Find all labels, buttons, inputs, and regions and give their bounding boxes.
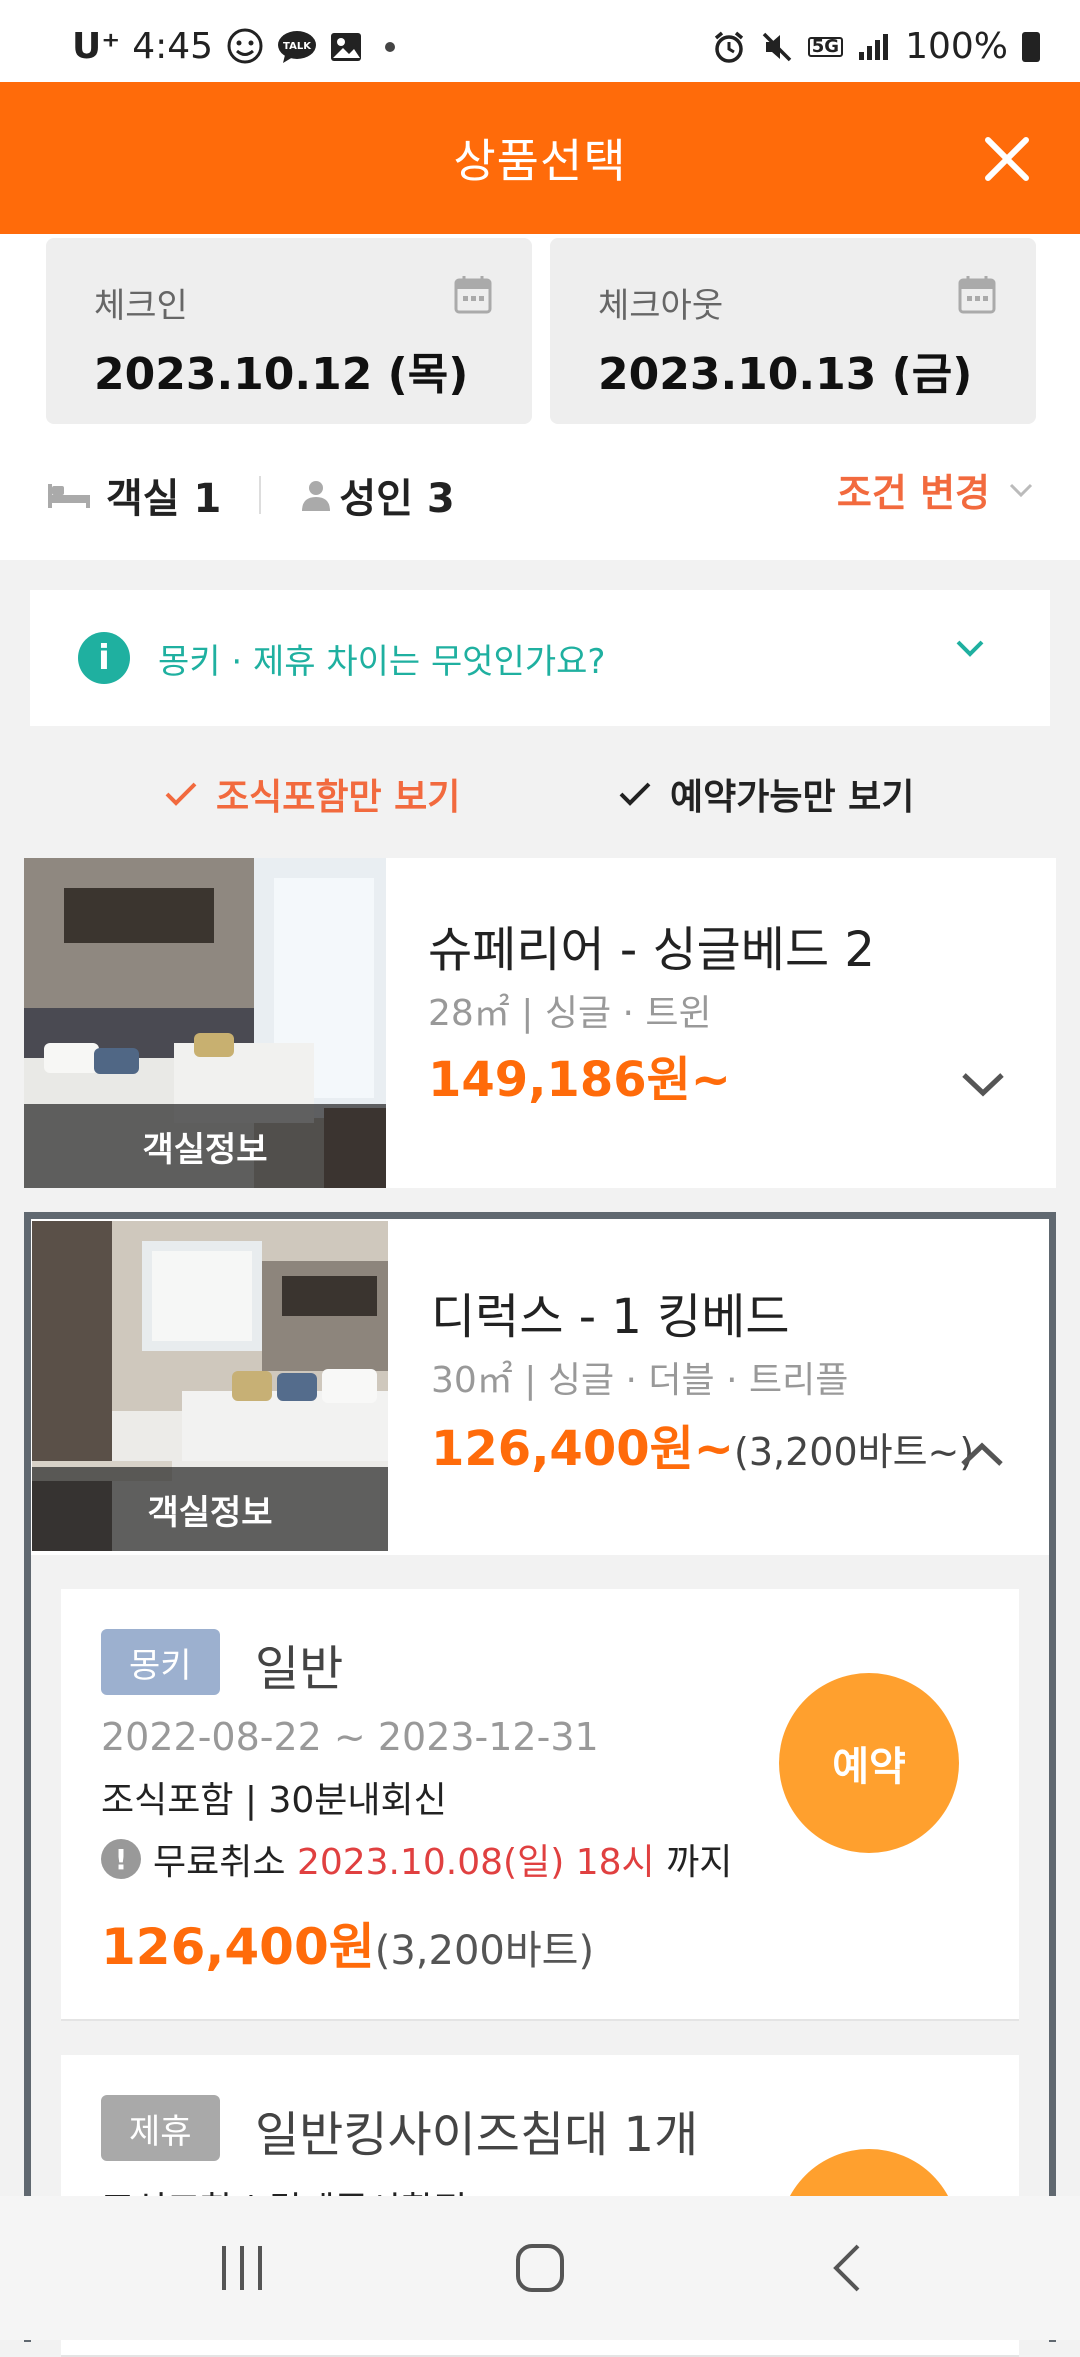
room-card-expanded[interactable]: 객실정보 디럭스 - 1 킹베드 30㎡ | 싱글 · 더블 · 트리플 126… <box>24 1212 1056 2357</box>
bed-icon <box>48 484 90 508</box>
room-info-label: 객실정보 <box>24 1104 386 1188</box>
battery-icon <box>1022 31 1040 62</box>
cancel-deadline: 2023.10.08(일) 18시 <box>296 1842 655 1883</box>
alert-icon: ! <box>101 1839 141 1879</box>
checkin-date: 2023.10.12 (목) <box>94 349 469 400</box>
date-section: 체크인 2023.10.12 (목) 체크아웃 2023.10.13 (금) 객… <box>0 234 1080 560</box>
plan-period: 2022-08-22 ~ 2023-12-31 <box>101 1715 599 1759</box>
clock: 4:45 <box>132 26 214 67</box>
filter-breakfast[interactable]: 조식포함만 보기 <box>164 768 460 820</box>
notification-dot <box>385 41 396 52</box>
carrier-label: U⁺ <box>72 26 121 67</box>
room-details: 28㎡ | 싱글 · 트윈 <box>428 993 712 1034</box>
chevron-down-icon <box>956 640 984 657</box>
check-icon <box>165 782 197 806</box>
battery-percent: 100% <box>905 26 1008 67</box>
plan-price-value: 126,400원 <box>101 1918 375 1976</box>
back-icon[interactable] <box>822 2240 874 2296</box>
room-details: 30㎡ | 싱글 · 더블 · 트리플 <box>431 1360 849 1401</box>
filter-available[interactable]: 예약가능만 보기 <box>618 768 914 820</box>
mute-icon <box>762 32 792 61</box>
room-photo[interactable]: 객실정보 <box>32 1221 388 1551</box>
checkin-label: 체크인 <box>94 286 188 326</box>
calendar-icon <box>454 276 492 314</box>
chevron-down-icon[interactable] <box>960 1070 1006 1098</box>
talk-bubble-icon: TALK <box>278 30 317 63</box>
status-bar: U⁺ 4:45 TALK 5G 100% <box>0 0 1080 82</box>
smiley-app-icon <box>227 28 263 63</box>
checkout-date: 2023.10.13 (금) <box>598 349 973 400</box>
chevron-up-icon[interactable] <box>959 1441 1005 1469</box>
info-icon: i <box>78 632 130 684</box>
filter-breakfast-label: 조식포함만 보기 <box>216 777 461 818</box>
recent-apps-icon[interactable] <box>216 2240 268 2296</box>
svg-text:TALK: TALK <box>283 41 312 52</box>
calendar-icon <box>958 276 996 314</box>
plan-features: 조식포함 | 30분내회신 <box>101 1780 447 1821</box>
cancel-suffix: 까지 <box>654 1842 733 1883</box>
room-name: 슈페리어 - 싱글베드 2 <box>428 922 875 978</box>
plan-name: 일반킹사이즈침대 1개 <box>255 2107 699 2163</box>
page-title: 상품선택 <box>453 134 627 188</box>
close-icon[interactable] <box>972 124 1042 194</box>
alarm-icon <box>714 31 743 63</box>
filter-bar: 조식포함만 보기 예약가능만 보기 <box>0 768 1080 824</box>
room-price-extra: (3,200바트~) <box>734 1430 975 1474</box>
chevron-down-icon <box>1009 483 1033 497</box>
plan-name: 일반 <box>255 1641 344 1697</box>
person-icon <box>302 481 331 511</box>
condition-summary: 객실 1 성인 3 <box>46 466 455 524</box>
room-price: 126,400원~(3,200바트~) <box>431 1409 974 1479</box>
room-name: 디럭스 - 1 킹베드 <box>431 1289 790 1345</box>
plan-price: 126,400원(3,200바트) <box>101 1907 594 1979</box>
info-accordion[interactable]: i 몽키 · 제휴 차이는 무엇인가요? <box>30 590 1050 726</box>
rate-plan: 몽키 일반 2022-08-22 ~ 2023-12-31 조식포함 | 30분… <box>61 1589 1019 2021</box>
5g-icon: 5G <box>807 36 844 57</box>
check-icon <box>619 782 651 806</box>
home-icon[interactable] <box>514 2240 566 2296</box>
room-count: 객실 1 <box>106 476 222 522</box>
room-card[interactable]: 객실정보 슈페리어 - 싱글베드 2 28㎡ | 싱글 · 트윈 149,186… <box>24 858 1056 1188</box>
room-info-label: 객실정보 <box>32 1467 388 1551</box>
reserve-button[interactable]: 예약 <box>779 1673 959 1853</box>
room-price-value: 126,400원~ <box>431 1421 735 1477</box>
change-conditions-label: 조건 변경 <box>836 471 990 515</box>
divider <box>259 476 262 514</box>
cancel-policy: ! 무료취소 2023.10.08(일) 18시 까지 <box>101 1833 732 1885</box>
room-price-value: 149,186원~ <box>428 1052 732 1108</box>
room-price: 149,186원~ <box>428 1040 731 1110</box>
system-nav-bar <box>0 2196 1080 2340</box>
cancel-prefix: 무료취소 <box>153 1842 297 1883</box>
gallery-icon <box>331 32 362 61</box>
signal-icon <box>859 33 889 60</box>
filter-available-label: 예약가능만 보기 <box>670 777 915 818</box>
adult-count: 성인 3 <box>339 476 455 522</box>
room-photo[interactable]: 객실정보 <box>24 858 386 1188</box>
plan-type-badge: 몽키 <box>101 1629 220 1695</box>
checkout-label: 체크아웃 <box>598 286 724 326</box>
plan-type-badge: 제휴 <box>101 2095 220 2161</box>
checkin-box[interactable]: 체크인 2023.10.12 (목) <box>46 238 532 424</box>
info-text: 몽키 · 제휴 차이는 무엇인가요? <box>158 641 606 682</box>
plan-price-extra: (3,200바트) <box>374 1928 595 1974</box>
change-conditions-button[interactable]: 조건 변경 <box>837 462 1034 517</box>
checkout-box[interactable]: 체크아웃 2023.10.13 (금) <box>550 238 1036 424</box>
app-header: 상품선택 <box>0 82 1080 234</box>
